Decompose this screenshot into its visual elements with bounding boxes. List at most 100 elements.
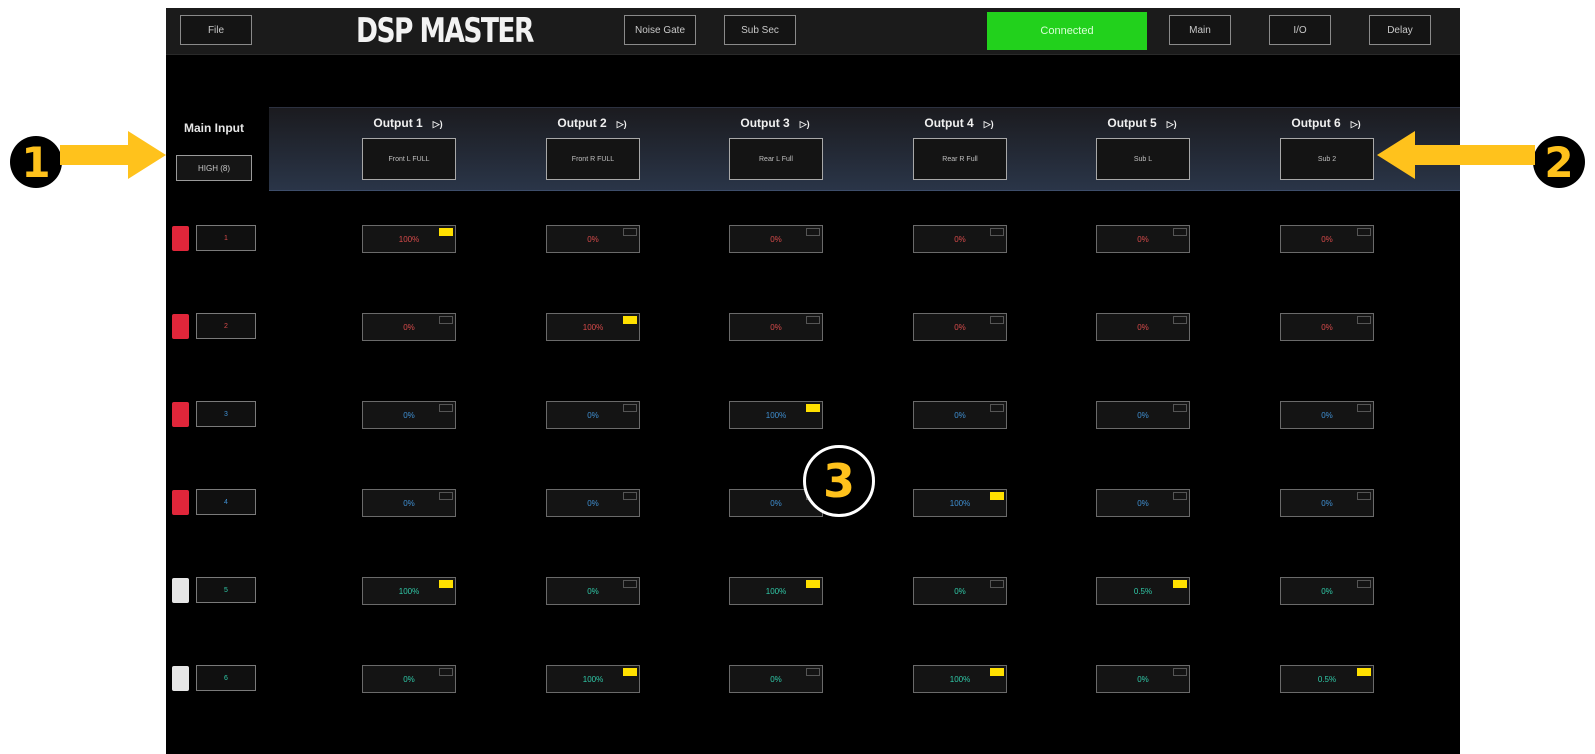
row-input-selector[interactable]: 4 bbox=[196, 489, 256, 515]
matrix-cell[interactable]: 0% bbox=[546, 577, 640, 605]
matrix-cell[interactable]: 0% bbox=[1280, 313, 1374, 341]
matrix-cell[interactable]: 0% bbox=[729, 665, 823, 693]
main-input-selector[interactable]: HIGH (8) bbox=[176, 155, 252, 181]
speaker-icon[interactable]: ▷) bbox=[1351, 119, 1361, 129]
output-assignment-button[interactable]: Front R FULL bbox=[546, 138, 640, 180]
matrix-cell[interactable]: 100% bbox=[362, 577, 456, 605]
cell-active-flag[interactable] bbox=[439, 668, 453, 676]
cell-active-flag[interactable] bbox=[990, 492, 1004, 500]
matrix-cell[interactable]: 0.5% bbox=[1280, 665, 1374, 693]
cell-active-flag[interactable] bbox=[623, 404, 637, 412]
row-indicator[interactable] bbox=[172, 226, 189, 251]
io-button[interactable]: I/O bbox=[1269, 15, 1331, 45]
cell-active-flag[interactable] bbox=[1357, 492, 1371, 500]
cell-active-flag[interactable] bbox=[623, 580, 637, 588]
noise-gate-button[interactable]: Noise Gate bbox=[624, 15, 696, 45]
row-input-selector[interactable]: 1 bbox=[196, 225, 256, 251]
matrix-cell[interactable]: 0% bbox=[546, 489, 640, 517]
cell-active-flag[interactable] bbox=[439, 228, 453, 236]
output-assignment-button[interactable]: Rear R Full bbox=[913, 138, 1007, 180]
cell-active-flag[interactable] bbox=[439, 404, 453, 412]
cell-active-flag[interactable] bbox=[623, 316, 637, 324]
speaker-icon[interactable]: ▷) bbox=[617, 119, 627, 129]
output-assignment-button[interactable]: Sub L bbox=[1096, 138, 1190, 180]
matrix-cell[interactable]: 0% bbox=[913, 225, 1007, 253]
matrix-cell[interactable]: 100% bbox=[913, 665, 1007, 693]
sub-sec-button[interactable]: Sub Sec bbox=[724, 15, 796, 45]
cell-active-flag[interactable] bbox=[990, 404, 1004, 412]
cell-active-flag[interactable] bbox=[1173, 228, 1187, 236]
matrix-cell[interactable]: 0% bbox=[729, 313, 823, 341]
matrix-cell[interactable]: 0% bbox=[1280, 489, 1374, 517]
matrix-cell[interactable]: 0% bbox=[546, 401, 640, 429]
row-indicator[interactable] bbox=[172, 666, 189, 691]
cell-active-flag[interactable] bbox=[1357, 316, 1371, 324]
cell-active-flag[interactable] bbox=[806, 404, 820, 412]
row-indicator[interactable] bbox=[172, 490, 189, 515]
cell-active-flag[interactable] bbox=[990, 316, 1004, 324]
cell-active-flag[interactable] bbox=[439, 580, 453, 588]
main-button[interactable]: Main bbox=[1169, 15, 1231, 45]
matrix-cell[interactable]: 0% bbox=[913, 313, 1007, 341]
matrix-cell[interactable]: 0% bbox=[729, 225, 823, 253]
row-indicator[interactable] bbox=[172, 578, 189, 603]
cell-active-flag[interactable] bbox=[623, 492, 637, 500]
cell-active-flag[interactable] bbox=[990, 580, 1004, 588]
cell-active-flag[interactable] bbox=[1173, 492, 1187, 500]
connection-status[interactable]: Connected bbox=[987, 12, 1147, 50]
matrix-cell[interactable]: 0% bbox=[546, 225, 640, 253]
row-indicator[interactable] bbox=[172, 402, 189, 427]
matrix-cell[interactable]: 100% bbox=[546, 665, 640, 693]
output-assignment-button[interactable]: Sub 2 bbox=[1280, 138, 1374, 180]
matrix-cell[interactable]: 100% bbox=[729, 577, 823, 605]
cell-active-flag[interactable] bbox=[1357, 580, 1371, 588]
matrix-cell[interactable]: 0% bbox=[362, 313, 456, 341]
cell-active-flag[interactable] bbox=[1173, 404, 1187, 412]
cell-active-flag[interactable] bbox=[806, 668, 820, 676]
cell-active-flag[interactable] bbox=[806, 580, 820, 588]
row-indicator[interactable] bbox=[172, 314, 189, 339]
matrix-cell[interactable]: 100% bbox=[546, 313, 640, 341]
matrix-cell[interactable]: 0% bbox=[1096, 489, 1190, 517]
row-input-selector[interactable]: 3 bbox=[196, 401, 256, 427]
output-assignment-button[interactable]: Rear L Full bbox=[729, 138, 823, 180]
cell-active-flag[interactable] bbox=[990, 668, 1004, 676]
matrix-cell[interactable]: 0% bbox=[362, 665, 456, 693]
matrix-cell[interactable]: 0% bbox=[913, 401, 1007, 429]
cell-active-flag[interactable] bbox=[1357, 668, 1371, 676]
cell-active-flag[interactable] bbox=[1357, 228, 1371, 236]
matrix-cell[interactable]: 0% bbox=[1096, 225, 1190, 253]
matrix-cell[interactable]: 0% bbox=[1280, 401, 1374, 429]
speaker-icon[interactable]: ▷) bbox=[800, 119, 810, 129]
cell-active-flag[interactable] bbox=[1173, 580, 1187, 588]
cell-active-flag[interactable] bbox=[623, 228, 637, 236]
cell-active-flag[interactable] bbox=[1357, 404, 1371, 412]
matrix-cell[interactable]: 0% bbox=[1096, 665, 1190, 693]
row-input-selector[interactable]: 2 bbox=[196, 313, 256, 339]
matrix-cell[interactable]: 0% bbox=[1096, 313, 1190, 341]
matrix-cell[interactable]: 0% bbox=[1096, 401, 1190, 429]
matrix-cell[interactable]: 100% bbox=[362, 225, 456, 253]
cell-active-flag[interactable] bbox=[623, 668, 637, 676]
matrix-cell[interactable]: 100% bbox=[913, 489, 1007, 517]
matrix-cell[interactable]: 0% bbox=[1280, 577, 1374, 605]
cell-active-flag[interactable] bbox=[990, 228, 1004, 236]
cell-active-flag[interactable] bbox=[1173, 316, 1187, 324]
matrix-cell[interactable]: 100% bbox=[729, 401, 823, 429]
speaker-icon[interactable]: ▷) bbox=[984, 119, 994, 129]
matrix-cell[interactable]: 0.5% bbox=[1096, 577, 1190, 605]
row-input-selector[interactable]: 6 bbox=[196, 665, 256, 691]
cell-active-flag[interactable] bbox=[806, 316, 820, 324]
row-input-selector[interactable]: 5 bbox=[196, 577, 256, 603]
matrix-cell[interactable]: 0% bbox=[362, 401, 456, 429]
speaker-icon[interactable]: ▷) bbox=[433, 119, 443, 129]
output-assignment-button[interactable]: Front L FULL bbox=[362, 138, 456, 180]
cell-active-flag[interactable] bbox=[806, 228, 820, 236]
cell-active-flag[interactable] bbox=[439, 316, 453, 324]
matrix-cell[interactable]: 0% bbox=[1280, 225, 1374, 253]
matrix-cell[interactable]: 0% bbox=[362, 489, 456, 517]
cell-active-flag[interactable] bbox=[1173, 668, 1187, 676]
speaker-icon[interactable]: ▷) bbox=[1167, 119, 1177, 129]
delay-button[interactable]: Delay bbox=[1369, 15, 1431, 45]
matrix-cell[interactable]: 0% bbox=[913, 577, 1007, 605]
